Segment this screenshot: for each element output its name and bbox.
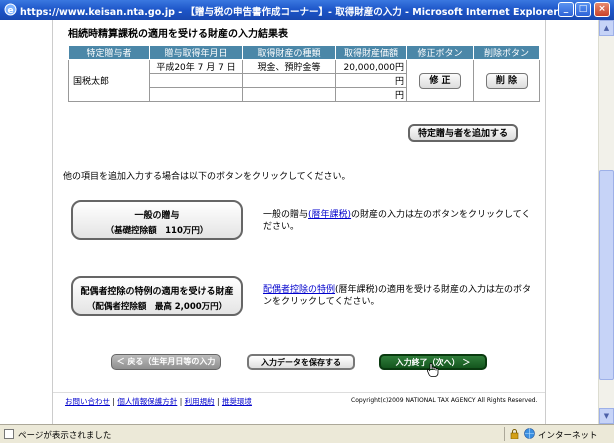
maximize-button[interactable]: □ (575, 2, 591, 17)
footer-links: お問い合わせ | 個人情報保護方針 | 利用規約 | 推奨環境 (65, 396, 252, 407)
header-date: 贈与取得年月日 (149, 45, 243, 60)
property-value: 円 (335, 73, 407, 88)
security-zone-label: インターネット (538, 431, 598, 441)
add-giver-button[interactable]: 特定贈与者を追加する (408, 124, 518, 142)
giver-name: 国税太郎 (68, 59, 150, 102)
gift-date: 平成20年 7 月 7 日 (149, 59, 243, 74)
footer: お問い合わせ | 個人情報保護方針 | 利用規約 | 推奨環境 Copyrigh… (53, 392, 545, 407)
general-gift-description: 一般の贈与(暦年課税)の財産の入力は左のボタンをクリックしてください。 (263, 209, 533, 233)
property-type (242, 73, 336, 88)
main-content: 相続時精算課税の適用を受ける財産の入力結果表 特定贈与者 贈与取得年月日 取得財… (52, 20, 546, 424)
spouse-deduction-link[interactable]: 配偶者控除の特例 (263, 285, 335, 295)
vertical-scrollbar[interactable]: ▲ ▼ (598, 20, 614, 424)
close-button[interactable]: × (594, 2, 610, 17)
general-gift-sublabel: （基礎控除額 110万円） (105, 226, 209, 236)
spouse-deduction-sublabel: （配偶者控除額 最高 2,000万円） (86, 302, 228, 312)
copyright: Copyright(c)2009 NATIONAL TAX AGENCY All… (351, 397, 538, 404)
table-header-row: 特定贈与者 贈与取得年月日 取得財産の種類 取得財産価額 修正ボタン 削除ボタン (68, 45, 540, 60)
status-text: ページが表示されました (18, 431, 112, 441)
edit-button[interactable]: 修 正 (419, 72, 461, 89)
general-gift-desc-text: 一般の贈与 (263, 210, 309, 220)
minimize-button[interactable]: _ (558, 2, 574, 17)
footer-link-terms[interactable]: 利用規約 (185, 397, 215, 406)
scroll-down-button[interactable]: ▼ (599, 408, 614, 424)
window-title-bar[interactable]: e https://www.keisan.nta.go.jp - 【贈与税の申告… (0, 0, 614, 20)
minimize-icon: _ (563, 4, 569, 14)
footer-separator: | (112, 397, 115, 406)
delete-cell: 削 除 (473, 59, 540, 102)
general-gift-label: 一般の贈与 (134, 211, 180, 221)
window-title: https://www.keisan.nta.go.jp - 【贈与税の申告書作… (20, 7, 559, 18)
browser-viewport: 相続時精算課税の適用を受ける財産の入力結果表 特定贈与者 贈与取得年月日 取得財… (0, 20, 598, 424)
property-type (242, 87, 336, 102)
general-gift-button[interactable]: 一般の贈与 （基礎控除額 110万円） (71, 200, 243, 240)
gift-date (149, 73, 243, 88)
header-type: 取得財産の種類 (242, 45, 336, 60)
svg-text:e: e (7, 6, 13, 16)
footer-link-environment[interactable]: 推奨環境 (222, 397, 252, 406)
internet-zone-icon (524, 428, 535, 439)
footer-separator: | (217, 397, 220, 406)
internet-explorer-icon: e (4, 3, 17, 16)
maximize-icon: □ (578, 4, 588, 14)
header-giver: 特定贈与者 (68, 45, 150, 60)
property-value: 20,000,000円 (335, 59, 407, 74)
header-edit: 修正ボタン (406, 45, 474, 60)
spouse-deduction-label: 配偶者控除の特例の適用を受ける財産 (80, 287, 234, 297)
lock-icon (510, 429, 519, 439)
back-button[interactable]: ＜ 戻る（生年月日等の入力へ） (111, 354, 221, 380)
close-icon: × (598, 4, 606, 14)
header-delete: 削除ボタン (473, 45, 540, 60)
info-text: 他の項目を追加入力する場合は以下のボタンをクリックしてください。 (63, 172, 351, 182)
property-type: 現金、預貯金等 (242, 59, 336, 74)
spouse-deduction-description: 配偶者控除の特例(暦年課税)の適用を受ける財産の入力は左のボタンをクリックしてく… (263, 284, 533, 308)
page-done-icon (4, 429, 14, 439)
spouse-deduction-button[interactable]: 配偶者控除の特例の適用を受ける財産 （配偶者控除額 最高 2,000万円） (71, 276, 243, 316)
gift-date (149, 87, 243, 102)
calendar-year-taxation-link[interactable]: (暦年課税) (308, 210, 351, 220)
property-value: 円 (335, 87, 407, 102)
hand-cursor-icon (427, 363, 439, 377)
scroll-up-button[interactable]: ▲ (599, 20, 614, 36)
table-row: 国税太郎 平成20年 7 月 7 日 現金、預貯金等 20,000,000円 修… (68, 59, 540, 102)
result-table: 特定贈与者 贈与取得年月日 取得財産の種類 取得財産価額 修正ボタン 削除ボタン… (68, 45, 540, 102)
edit-cell: 修 正 (406, 59, 474, 102)
page-title: 相続時精算課税の適用を受ける財産の入力結果表 (68, 29, 288, 40)
footer-link-contact[interactable]: お問い合わせ (65, 397, 110, 406)
delete-button[interactable]: 削 除 (485, 72, 528, 89)
save-data-button[interactable]: 入力データを保存する (247, 354, 355, 370)
status-bar: ページが表示されました インターネット (0, 424, 614, 443)
footer-separator: | (179, 397, 183, 406)
footer-link-privacy[interactable]: 個人情報保護方針 (117, 397, 177, 406)
header-value: 取得財産価額 (335, 45, 407, 60)
status-separator (504, 427, 505, 441)
scroll-thumb[interactable] (599, 170, 614, 380)
